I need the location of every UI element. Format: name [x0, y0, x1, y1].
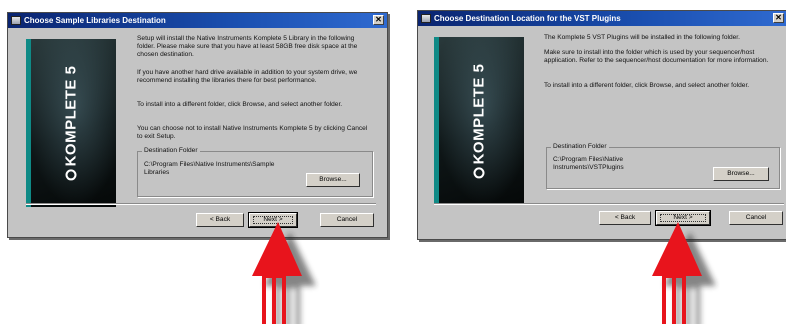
- destination-folder-group: Destination Folder C:\Program Files\Nati…: [546, 143, 780, 189]
- destination-path: C:\Program Files\Native Instruments\Samp…: [144, 161, 275, 176]
- dialog-title: Choose Sample Libraries Destination: [24, 16, 166, 25]
- setup-icon: [11, 16, 21, 25]
- vst-plugins-dialog: Choose Destination Location for the VST …: [417, 10, 786, 240]
- sample-libraries-dialog: Choose Sample Libraries Destination ✕ KO…: [7, 12, 388, 238]
- destination-path: C:\Program Files\Native Instruments\VSTP…: [553, 156, 624, 171]
- setup-icon: [421, 14, 431, 23]
- brand-banner: KOMPLETE 5: [26, 39, 116, 207]
- arrow-pointer-icon: [252, 222, 316, 324]
- intro-text: The Komplete 5 VST Plugins will be insta…: [544, 34, 740, 41]
- back-button[interactable]: < Back: [599, 211, 651, 225]
- dialog-title: Choose Destination Location for the VST …: [434, 14, 621, 23]
- browse-button[interactable]: Browse...: [306, 173, 360, 187]
- cancel-instructions-text: You can choose not to install Native Ins…: [137, 125, 368, 140]
- intro-text: Setup will install the Native Instrument…: [137, 35, 358, 58]
- arrow-pointer-icon: [652, 222, 716, 324]
- cancel-button[interactable]: Cancel: [320, 213, 374, 227]
- title-bar[interactable]: Choose Sample Libraries Destination ✕: [8, 13, 387, 28]
- cancel-button[interactable]: Cancel: [729, 211, 783, 225]
- brand-logo-icon: [65, 169, 77, 181]
- brand-name: KOMPLETE 5: [62, 65, 80, 167]
- destination-folder-label: Destination Folder: [142, 147, 200, 155]
- brand-logo-icon: [473, 167, 485, 179]
- brand-banner: KOMPLETE 5: [434, 37, 524, 205]
- close-icon[interactable]: ✕: [773, 13, 784, 23]
- destination-folder-group: Destination Folder C:\Program Files\Nati…: [137, 147, 373, 197]
- drive-advice-text: If you have another hard drive available…: [137, 69, 358, 84]
- browse-button[interactable]: Browse...: [713, 167, 769, 181]
- back-button[interactable]: < Back: [196, 213, 244, 227]
- browse-instructions-text: To install into a different folder, clic…: [544, 82, 750, 89]
- destination-folder-label: Destination Folder: [551, 143, 609, 151]
- sequencer-advice-text: Make sure to install into the folder whi…: [544, 49, 769, 64]
- browse-instructions-text: To install into a different folder, clic…: [137, 101, 343, 108]
- close-icon[interactable]: ✕: [373, 15, 384, 25]
- title-bar[interactable]: Choose Destination Location for the VST …: [418, 11, 786, 26]
- button-separator: [26, 203, 376, 205]
- button-separator: [434, 203, 784, 205]
- brand-name: KOMPLETE 5: [470, 63, 488, 165]
